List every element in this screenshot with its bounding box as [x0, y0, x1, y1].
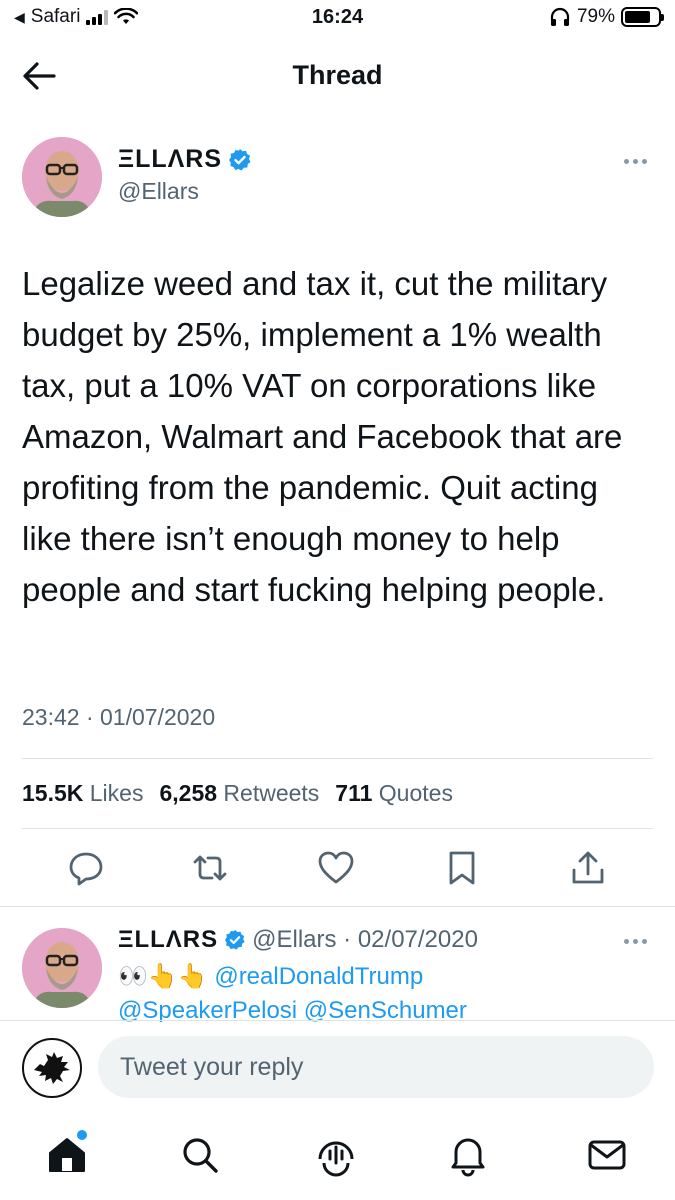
share-icon[interactable]: [568, 848, 608, 888]
verified-badge-icon: [225, 929, 245, 950]
likes-label: Likes: [89, 780, 144, 806]
quotes-label: Quotes: [378, 780, 453, 806]
like-heart-icon[interactable]: [316, 848, 356, 888]
tweet-stats: 15.5K Likes 6,258 Retweets 711 Quotes: [22, 780, 453, 807]
status-bar: ◀ Safari 16:24 79%: [0, 0, 675, 40]
quotes-stat[interactable]: 711 Quotes: [335, 780, 453, 807]
messages-mail-icon[interactable]: [585, 1133, 629, 1177]
likes-stat[interactable]: 15.5K Likes: [22, 780, 143, 807]
battery-icon: [621, 7, 664, 27]
likes-count: 15.5K: [22, 780, 84, 806]
notifications-bell-icon[interactable]: [446, 1133, 490, 1177]
divider: [22, 828, 653, 829]
author-name: ΞLLΛRS: [118, 145, 223, 173]
bottom-tab-bar: [0, 1115, 675, 1200]
reply-input[interactable]: [98, 1036, 654, 1098]
my-avatar[interactable]: [22, 1038, 82, 1098]
quotes-count: 711: [335, 780, 373, 806]
status-right: 79%: [549, 6, 664, 28]
reply-author-info[interactable]: ΞLLΛRS @Ellars · 02/07/2020: [118, 926, 478, 954]
tweet-timestamp[interactable]: 23:42 · 01/07/2020: [22, 704, 215, 731]
tweet-text: Legalize weed and tax it, cut the milita…: [22, 265, 623, 608]
reply-emoji: 👀👆👆: [118, 963, 208, 990]
retweets-stat[interactable]: 6,258 Retweets: [159, 780, 319, 807]
mention-link[interactable]: @realDonaldTrump: [214, 963, 423, 990]
top-header: Thread: [0, 40, 675, 115]
battery-percent: 79%: [576, 6, 615, 27]
retweet-icon[interactable]: [190, 848, 230, 888]
verified-badge-icon: [229, 148, 251, 170]
retweets-label: Retweets: [223, 780, 320, 806]
page-title: Thread: [292, 60, 383, 90]
divider: [0, 906, 675, 907]
welsh-dragon-icon: [34, 1052, 70, 1084]
reply-handle-date: @Ellars · 02/07/2020: [252, 926, 478, 953]
reply-icon[interactable]: [66, 848, 106, 888]
divider: [22, 758, 653, 759]
home-notification-dot: [77, 1130, 87, 1140]
more-options-icon[interactable]: [624, 156, 654, 166]
headphones-icon: [550, 7, 570, 26]
reply-text: 👀👆👆 @realDonaldTrump @SpeakerPelosi @Sen…: [118, 960, 467, 1028]
bookmark-icon[interactable]: [442, 848, 482, 888]
reply-author-name: ΞLLΛRS: [118, 926, 219, 953]
reply-composer: [0, 1022, 675, 1110]
author-handle: @Ellars: [118, 178, 199, 204]
author-avatar[interactable]: [22, 137, 102, 217]
tweet-actions: [0, 848, 675, 892]
author-info[interactable]: ΞLLΛRS @Ellars: [118, 145, 252, 205]
reply-author-avatar[interactable]: [22, 928, 102, 1008]
search-icon[interactable]: [178, 1133, 222, 1177]
spaces-icon[interactable]: [314, 1133, 358, 1177]
more-options-icon[interactable]: [624, 936, 654, 946]
divider: [0, 1020, 675, 1021]
retweets-count: 6,258: [159, 780, 218, 806]
